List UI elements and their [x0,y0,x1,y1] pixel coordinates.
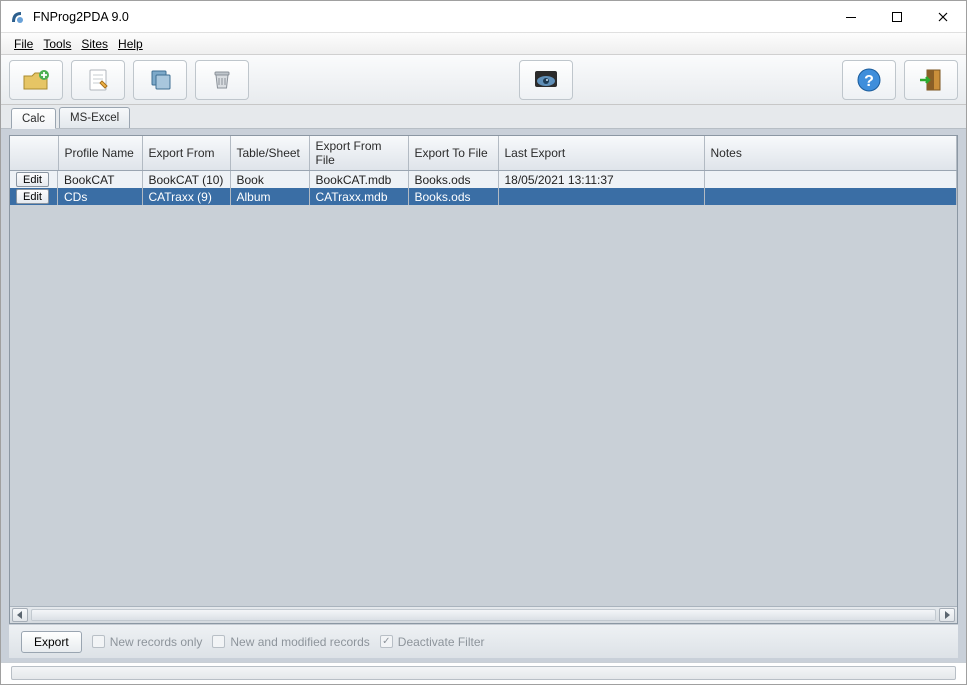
menu-tools[interactable]: Tools [40,35,74,53]
scroll-left-icon[interactable] [12,608,28,622]
cell-table-sheet: Book [230,171,309,189]
col-profile-name[interactable]: Profile Name [58,136,142,171]
new-and-modified-checkbox[interactable]: New and modified records [212,635,369,649]
export-button[interactable]: Export [21,631,82,653]
exit-button[interactable] [904,60,958,100]
scroll-track[interactable] [31,609,936,621]
minimize-button[interactable] [828,2,874,32]
svg-text:?: ? [864,73,874,90]
tabs-bar: Calc MS-Excel [1,105,966,129]
col-notes[interactable]: Notes [704,136,957,171]
menu-help[interactable]: Help [115,35,146,53]
preview-button[interactable] [519,60,573,100]
window-title: FNProg2PDA 9.0 [33,10,129,24]
table-row[interactable]: Edit BookCAT BookCAT (10) Book BookCAT.m… [10,171,957,189]
help-button[interactable]: ? [842,60,896,100]
table-row[interactable]: Edit CDs CATraxx (9) Album CATraxx.mdb B… [10,188,957,205]
tab-msexcel[interactable]: MS-Excel [59,107,130,128]
col-export-to-file[interactable]: Export To File [408,136,498,171]
cell-export-from: BookCAT (10) [142,171,230,189]
grid-wrap: Profile Name Export From Table/Sheet Exp… [9,135,958,624]
main-area: Profile Name Export From Table/Sheet Exp… [1,129,966,662]
col-export-from-file[interactable]: Export From File [309,136,408,171]
cell-notes [704,188,957,205]
close-button[interactable] [920,2,966,32]
menu-file[interactable]: File [11,35,36,53]
new-profile-button[interactable] [9,60,63,100]
scroll-thumb[interactable] [32,610,935,620]
col-last-export[interactable]: Last Export [498,136,704,171]
cell-profile-name: CDs [58,188,142,205]
cell-table-sheet: Album [230,188,309,205]
cell-export-from-file: CATraxx.mdb [309,188,408,205]
cell-export-from-file: BookCAT.mdb [309,171,408,189]
cell-export-to-file: Books.ods [408,171,498,189]
menubar: File Tools Sites Help [1,33,966,55]
app-window: FNProg2PDA 9.0 File Tools Sites Help [0,0,967,685]
tab-calc[interactable]: Calc [11,108,56,129]
progress-bar [11,666,956,680]
cell-notes [704,171,957,189]
cell-export-to-file: Books.ods [408,188,498,205]
status-bar [1,662,966,684]
delete-profile-button[interactable] [195,60,249,100]
toolbar: ? [1,55,966,105]
titlebar: FNProg2PDA 9.0 [1,1,966,33]
col-edit[interactable] [10,136,58,171]
app-icon [9,9,25,25]
maximize-button[interactable] [874,2,920,32]
cell-last-export [498,188,704,205]
bottom-bar: Export New records only New and modified… [9,624,958,658]
cell-export-from: CATraxx (9) [142,188,230,205]
grid-body: Profile Name Export From Table/Sheet Exp… [10,136,957,606]
horizontal-scrollbar[interactable] [10,606,957,623]
new-records-only-checkbox[interactable]: New records only [92,635,203,649]
menu-sites[interactable]: Sites [78,35,111,53]
col-table-sheet[interactable]: Table/Sheet [230,136,309,171]
cell-last-export: 18/05/2021 13:11:37 [498,171,704,189]
scroll-right-icon[interactable] [939,608,955,622]
edit-row-button[interactable]: Edit [16,189,49,204]
col-export-from[interactable]: Export From [142,136,230,171]
deactivate-filter-checkbox[interactable]: Deactivate Filter [380,635,485,649]
copy-profile-button[interactable] [133,60,187,100]
cell-profile-name: BookCAT [58,171,142,189]
edit-row-button[interactable]: Edit [16,172,49,187]
profiles-table: Profile Name Export From Table/Sheet Exp… [10,136,957,205]
edit-profile-button[interactable] [71,60,125,100]
